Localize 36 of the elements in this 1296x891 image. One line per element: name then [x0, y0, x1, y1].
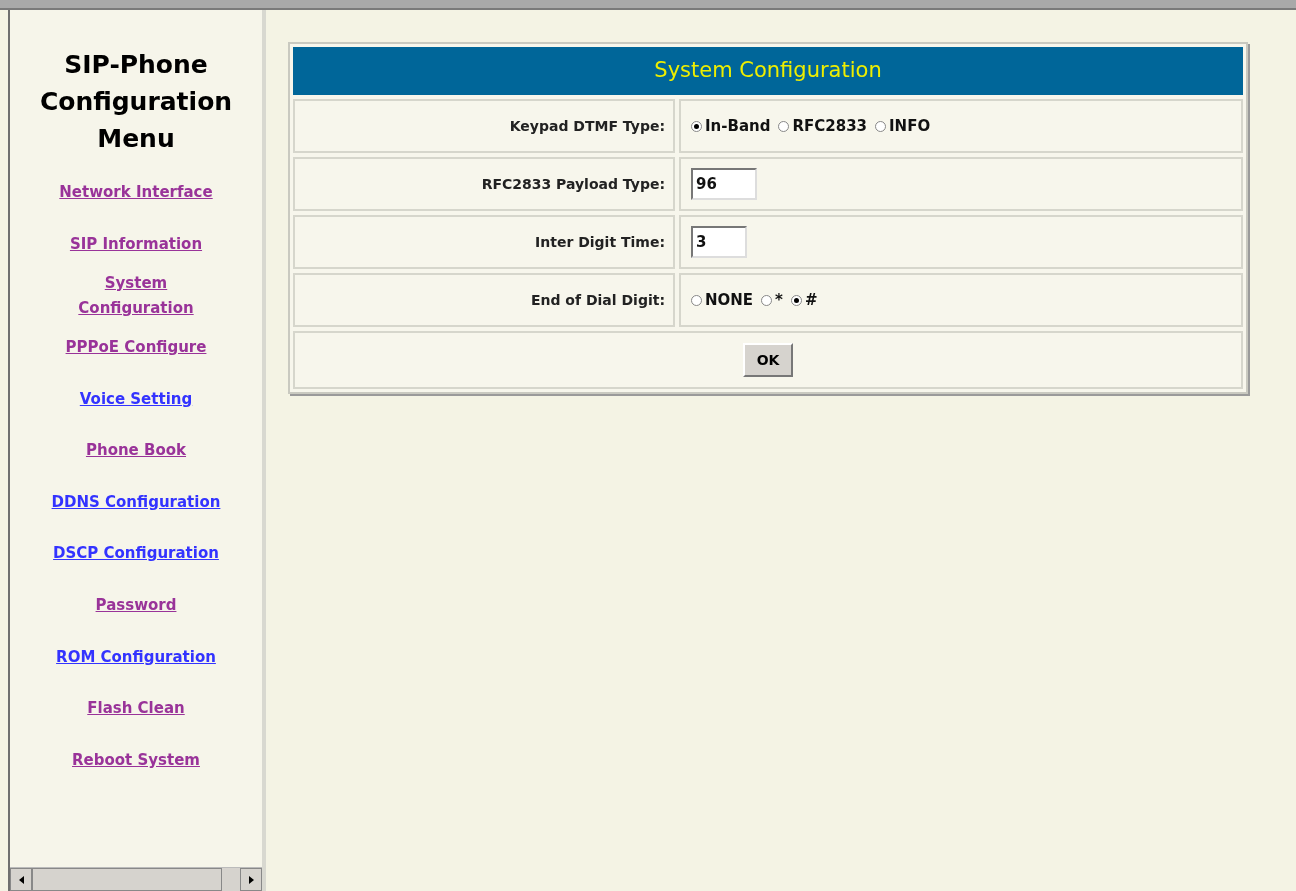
input-field[interactable]: 3	[691, 226, 747, 258]
option-label[interactable]: NONE	[705, 288, 754, 312]
field-label: Inter Digit Time:	[293, 215, 675, 269]
menu-link[interactable]: Voice Setting	[79, 373, 193, 425]
input-field[interactable]: 96	[691, 168, 757, 200]
ok-button[interactable]: OK	[742, 343, 794, 377]
menu-link[interactable]: ROM Configuration	[56, 631, 216, 683]
radio-button[interactable]	[691, 120, 702, 132]
option-label[interactable]: In-Band	[705, 114, 771, 138]
option-label[interactable]: *	[775, 288, 783, 312]
menu-link[interactable]: Network Interface	[59, 167, 213, 219]
radio-button[interactable]	[691, 294, 702, 306]
horizontal-scrollbar[interactable]	[10, 867, 262, 891]
menu-link[interactable]: DSCP Configuration	[53, 528, 219, 580]
radio-button[interactable]	[790, 294, 802, 306]
scrollbar-thumb[interactable]	[32, 868, 222, 891]
menu-link[interactable]: Password	[95, 580, 177, 632]
menu-link[interactable]: Flash Clean	[87, 683, 185, 735]
menu-link[interactable]: Reboot System	[72, 734, 200, 786]
radio-button[interactable]	[778, 120, 790, 132]
right-arrow-icon	[248, 875, 254, 884]
field-label: End of Dial Digit:	[293, 273, 675, 327]
form-title: System Configuration	[293, 47, 1243, 95]
left-arrow-icon	[18, 875, 24, 884]
scroll-right-button[interactable]	[240, 868, 262, 891]
menu-link[interactable]: DDNS Configuration	[51, 476, 221, 528]
option-label[interactable]: INFO	[889, 114, 931, 138]
menu-link[interactable]: Phone Book	[85, 425, 187, 477]
option-label[interactable]: #	[804, 288, 818, 312]
option-label[interactable]: RFC2833	[792, 114, 868, 138]
menu-title: SIP-Phone Configuration Menu	[38, 49, 234, 155]
field-label: Keypad DTMF Type:	[293, 99, 675, 153]
field-label: RFC2833 Payload Type:	[293, 157, 675, 211]
scroll-left-button[interactable]	[10, 868, 32, 891]
radio-button[interactable]	[875, 120, 887, 132]
radio-button[interactable]	[761, 294, 773, 306]
